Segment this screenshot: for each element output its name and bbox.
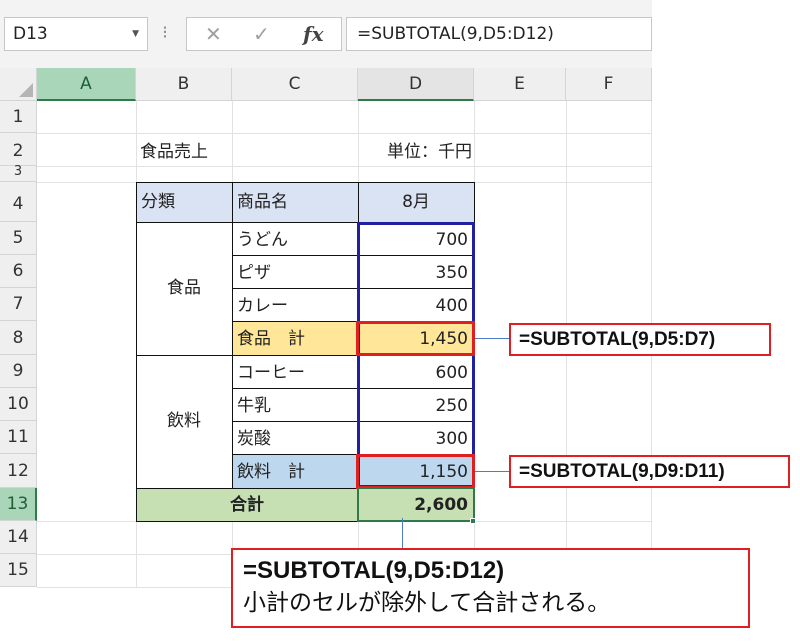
row-header-6[interactable]: 6 [0,255,37,288]
active-cell-border[interactable] [357,487,475,522]
product-cell[interactable]: 牛乳 [237,390,271,422]
column-header-d[interactable]: D [358,68,474,101]
category-food[interactable]: 食品 [136,272,232,304]
category-drink[interactable]: 飲料 [136,405,232,437]
unit-label[interactable]: 単位：千円 [358,136,472,168]
header-month[interactable]: 8月 [358,186,474,218]
row-header-13[interactable]: 13 [0,488,37,521]
connector-line [475,471,511,472]
connector-line [475,338,511,339]
drink-subtotal-callout: =SUBTOTAL(9,D9:D11) [509,455,790,488]
row-header-2[interactable]: 2 [0,133,37,166]
cancel-icon[interactable]: ✕ [205,18,222,50]
header-category[interactable]: 分類 [141,186,175,218]
chevron-down-icon[interactable]: ▼ [132,18,139,50]
connector-line [402,518,403,548]
row-header-5[interactable]: 5 [0,222,37,255]
insert-function-icon[interactable]: fx [303,18,324,50]
more-options-icon[interactable]: ⁝ [160,22,170,46]
row-header-15[interactable]: 15 [0,554,37,587]
row-header-11[interactable]: 11 [0,421,37,454]
sheet-title[interactable]: 食品売上 [140,136,208,168]
gridline [37,133,652,134]
select-all-corner[interactable] [0,68,37,101]
total-callout-note: 小計のセルが除外して合計される。 [243,589,611,615]
column-header-c[interactable]: C [232,68,358,101]
total-callout-formula: =SUBTOTAL(9,D5:D12) [243,557,505,584]
name-box[interactable]: D13 ▼ [4,17,148,51]
gridline [37,166,652,167]
enter-icon[interactable]: ✓ [253,18,270,50]
table-border [232,182,233,488]
row-header-1[interactable]: 1 [0,101,37,133]
food-subtotal-callout: =SUBTOTAL(9,D5:D7) [509,323,771,356]
food-subtotal-label[interactable]: 食品 計 [237,323,305,355]
column-header-f[interactable]: F [566,68,652,101]
column-header-e[interactable]: E [474,68,566,101]
column-header-b[interactable]: B [136,68,232,101]
row-header-8[interactable]: 8 [0,321,37,355]
drink-subtotal-highlight [356,454,475,489]
product-cell[interactable]: うどん [237,224,288,256]
product-cell[interactable]: カレー [237,290,288,322]
header-product[interactable]: 商品名 [237,186,288,218]
row-header-3[interactable]: 3 [0,165,37,182]
row-header-14[interactable]: 14 [0,521,37,554]
triangle-icon [19,83,33,97]
product-cell[interactable]: コーヒー [237,357,305,389]
row-header-4[interactable]: 4 [0,182,37,222]
column-header-a[interactable]: A [37,68,136,101]
formula-buttons: ✕ ✓ fx [186,17,342,51]
drink-subtotal-label[interactable]: 飲料 計 [237,456,305,488]
name-box-value: D13 [13,24,48,44]
total-label[interactable]: 合計 [136,489,358,521]
fill-handle[interactable] [470,518,476,524]
formula-input[interactable]: =SUBTOTAL(9,D5:D12) [346,17,652,51]
row-header-7[interactable]: 7 [0,288,37,321]
row-header-12[interactable]: 12 [0,454,37,488]
product-cell[interactable]: 炭酸 [237,423,271,455]
row-header-10[interactable]: 10 [0,388,37,421]
row-header-9[interactable]: 9 [0,355,37,388]
product-cell[interactable]: ピザ [237,257,271,289]
food-subtotal-highlight [356,321,475,356]
total-callout: =SUBTOTAL(9,D5:D12) 小計のセルが除外して合計される。 [231,548,750,628]
